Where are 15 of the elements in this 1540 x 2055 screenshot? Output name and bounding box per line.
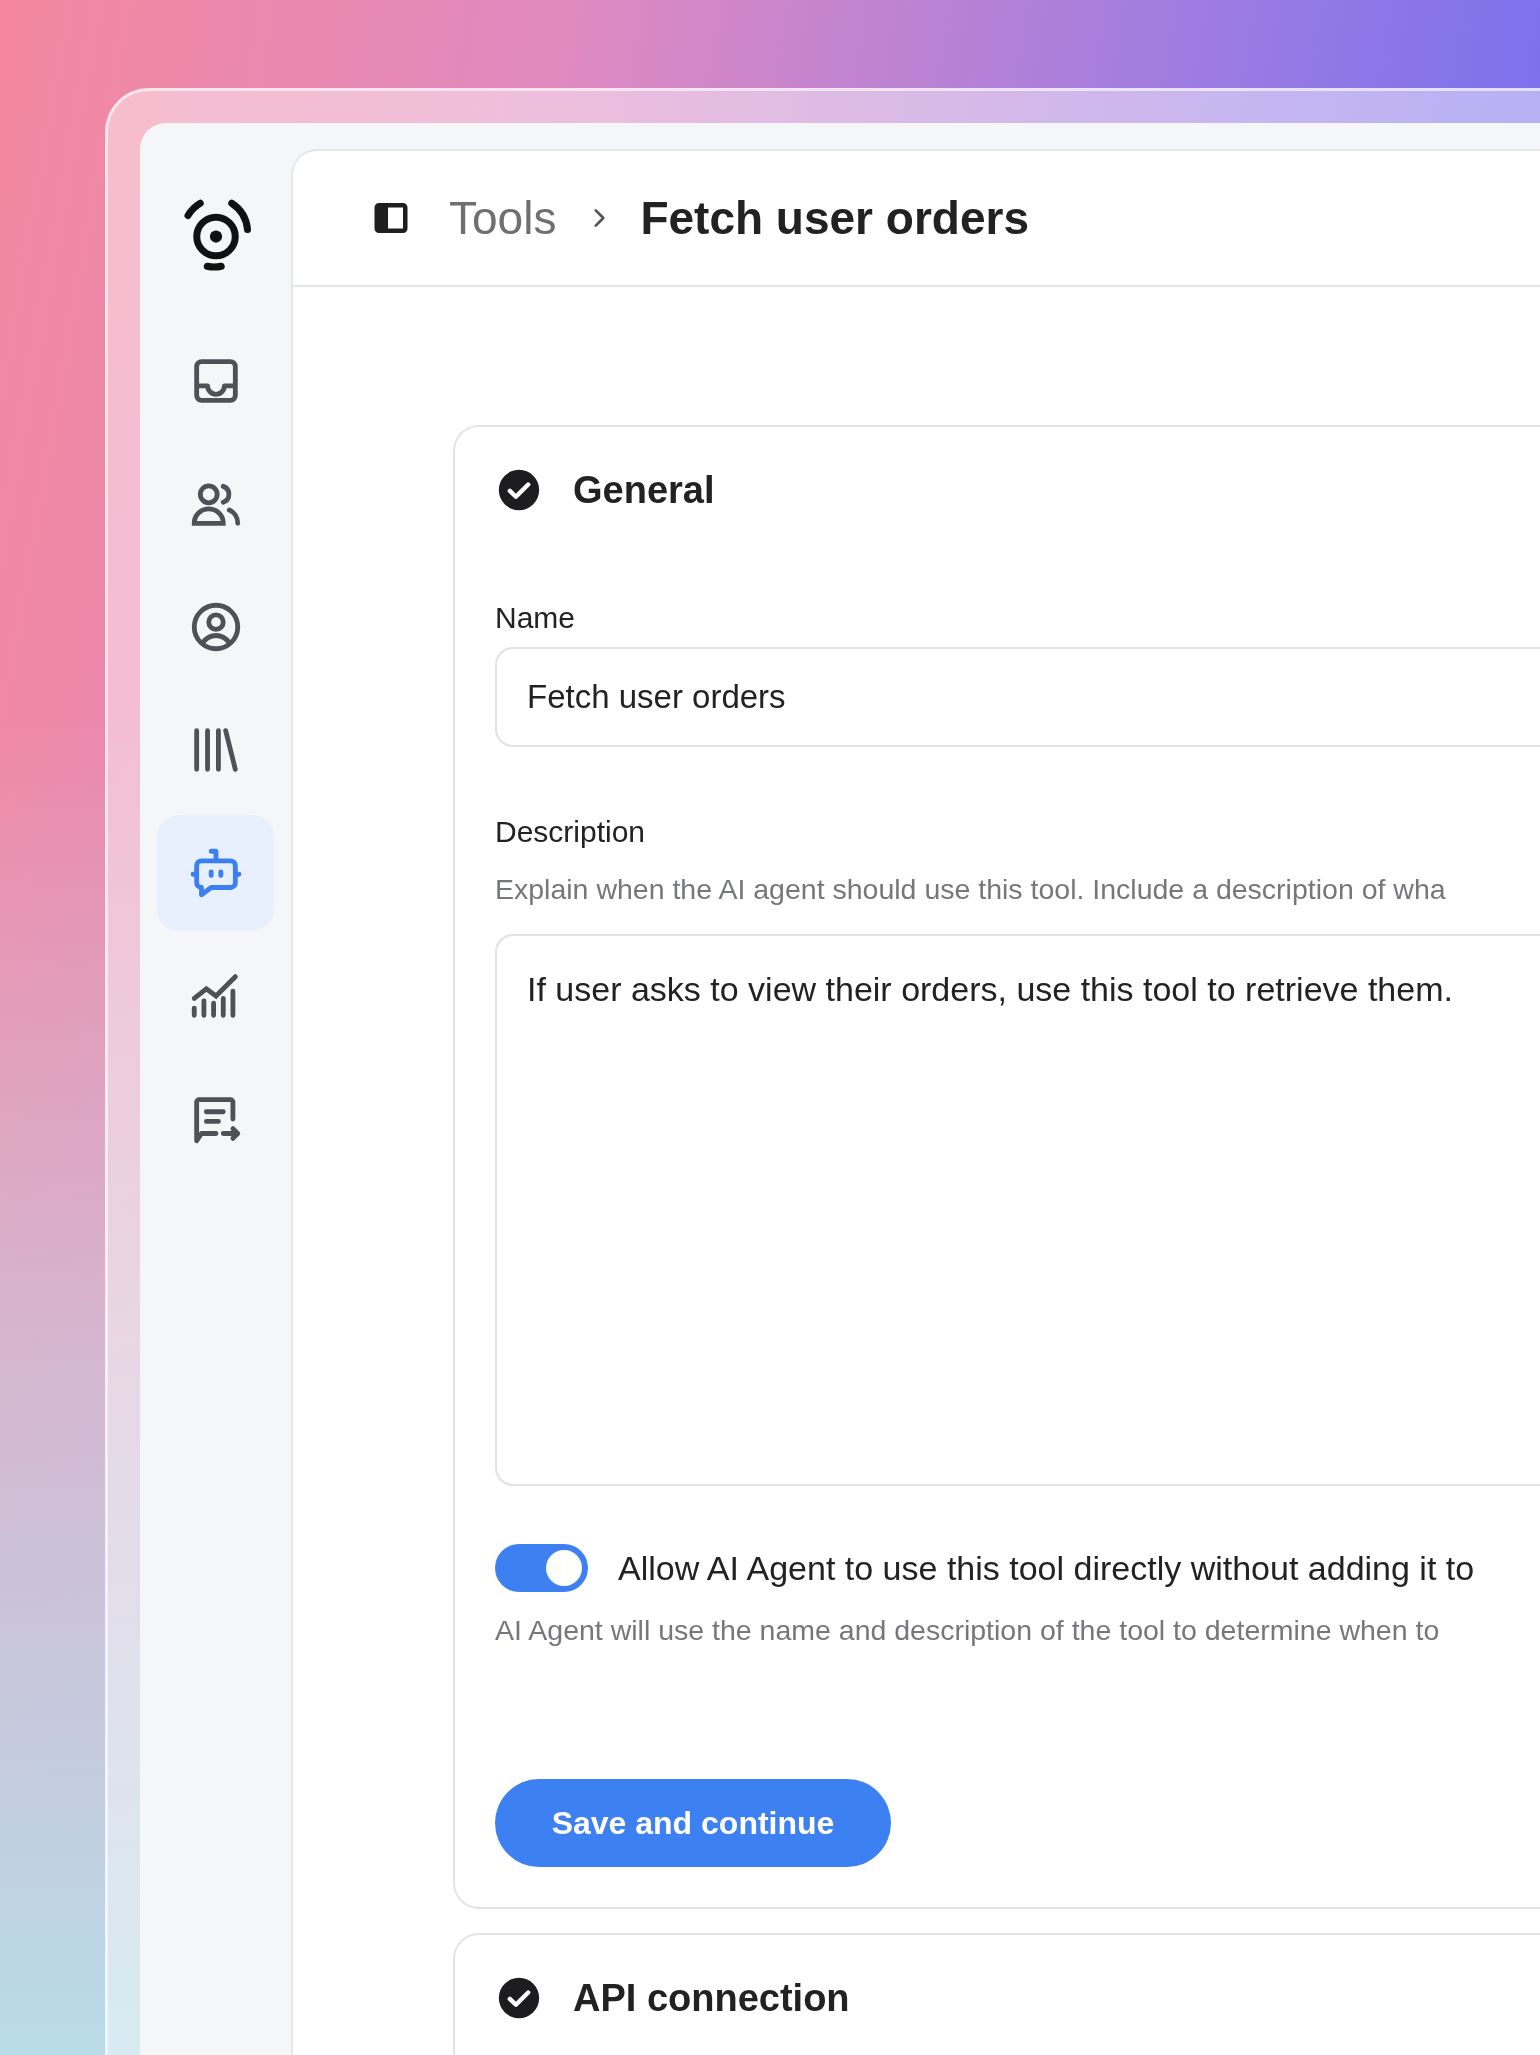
toggle-label: Allow AI Agent to use this tool directly without adding it to bbox=[618, 1548, 1475, 1588]
sidebar-item[interactable] bbox=[157, 815, 274, 931]
field-help-text: Explain when the AI agent should use this tool. Include a description of wha bbox=[495, 873, 1446, 906]
description-field[interactable]: If user asks to view their orders, use this tool to retrieve them. bbox=[495, 934, 1540, 1486]
sidebar-toggle-icon[interactable] bbox=[373, 200, 409, 236]
breadcrumb-link[interactable]: Tools bbox=[449, 191, 557, 245]
section-title: General bbox=[573, 468, 715, 512]
page-title: Fetch user orders bbox=[640, 191, 1029, 245]
field-label: Description bbox=[495, 815, 646, 849]
save-button[interactable]: Save and continue bbox=[495, 1779, 891, 1867]
name-field[interactable]: Fetch user orders bbox=[495, 647, 1540, 747]
section-title: API connection bbox=[573, 1976, 850, 2020]
toggle-switch[interactable] bbox=[495, 1544, 588, 1592]
field-label: Name bbox=[495, 601, 576, 635]
toggle-hint-text: AI Agent will use the name and description of the tool to determine when to bbox=[495, 1614, 1440, 1647]
